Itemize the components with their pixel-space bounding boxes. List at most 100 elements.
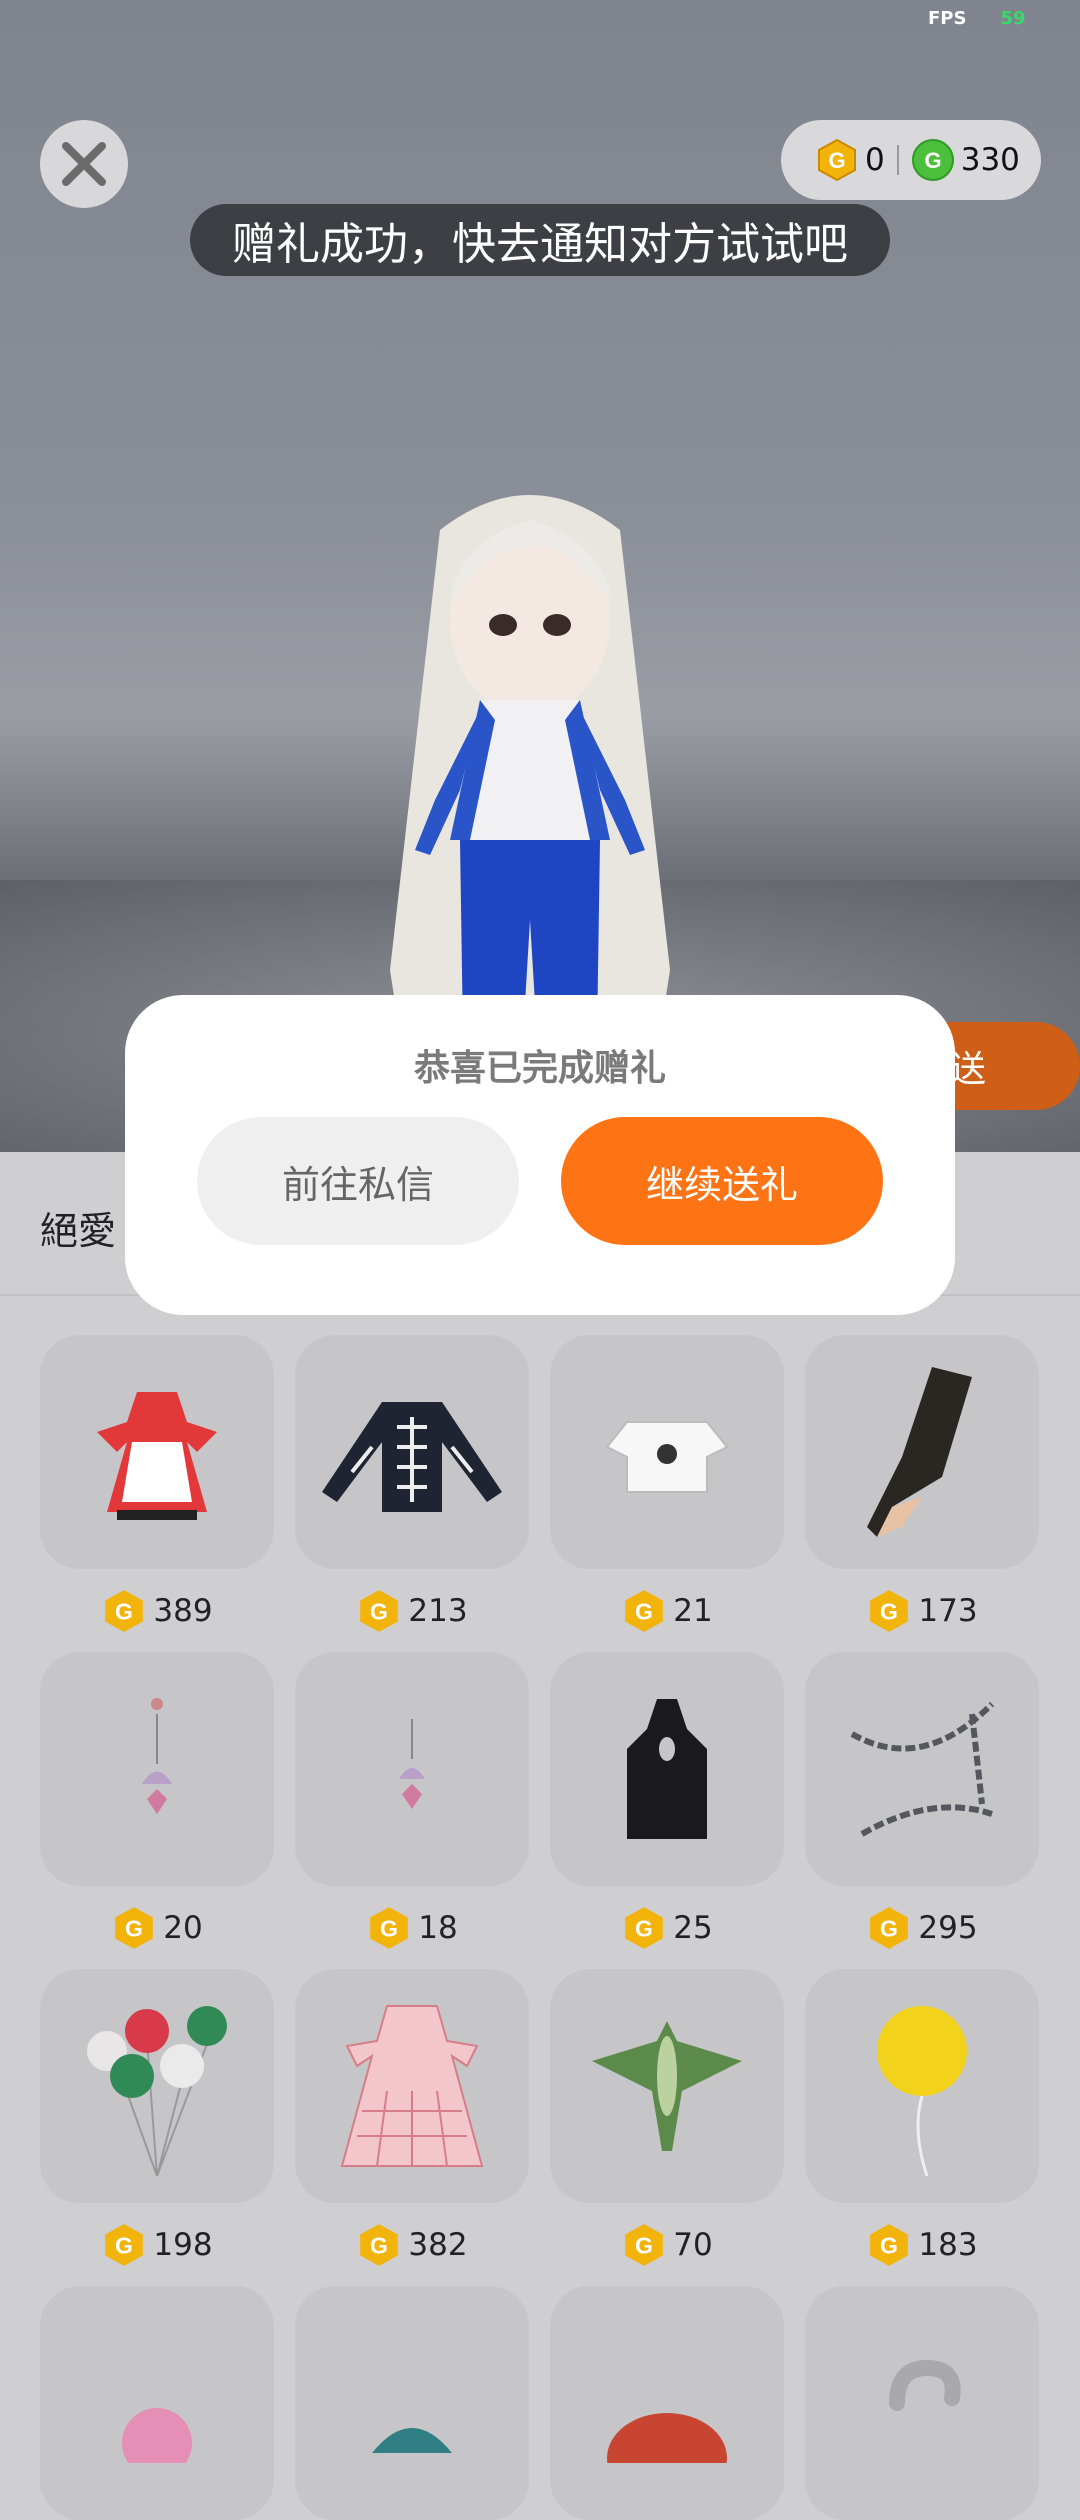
gift-price-value: 25 (673, 1910, 713, 1946)
gift-price-value: 18 (418, 1910, 458, 1946)
gift-thumbnail (550, 1969, 784, 2203)
gift-complete-dialog: 恭喜已完成赠礼 前往私信 继续送礼 (125, 995, 955, 1315)
gift-item[interactable]: G 70 (550, 1969, 784, 2275)
gift-item[interactable] (805, 2286, 1039, 2520)
gift-item[interactable]: G 213 (295, 1335, 529, 1641)
svg-text:G: G (635, 1598, 653, 1624)
go-to-message-button[interactable]: 前往私信 (197, 1117, 519, 1245)
gift-price: G 295 (805, 1898, 1039, 1958)
gift-item[interactable]: G 173 (805, 1335, 1039, 1641)
gold-coin-icon: G (115, 1907, 154, 1949)
teal-item-image (372, 2428, 452, 2453)
gift-thumbnail (40, 1335, 274, 1569)
maid-dress-image (97, 1392, 217, 1520)
gift-thumbnail (805, 1335, 1039, 1569)
gift-item[interactable]: G 183 (805, 1969, 1039, 2275)
gold-coin-icon: G (360, 2224, 399, 2266)
skeleton-jacket-image (322, 1402, 502, 1512)
fps-label: FPS (928, 8, 967, 29)
gift-price: G 213 (295, 1581, 529, 1641)
gift-thumbnail (40, 1652, 274, 1886)
mystery-item-icon (889, 2359, 961, 2411)
gift-item[interactable]: G 382 (295, 1969, 529, 2275)
gift-price-value: 295 (918, 1910, 978, 1946)
dialog-title: 恭喜已完成赠礼 (413, 1048, 666, 1089)
gift-item[interactable]: G 389 (40, 1335, 274, 1641)
gift-success-toast: 赠礼成功，快去通知对方试试吧 (190, 204, 890, 276)
gift-item[interactable]: G 20 (40, 1652, 274, 1958)
lace-glove-image (867, 1367, 972, 1537)
gift-item[interactable]: G 198 (40, 1969, 274, 2275)
gift-thumbnail (805, 1969, 1039, 2203)
gold-coin-icon: G (105, 1590, 144, 1632)
green-amount: 330 (960, 142, 1020, 178)
svg-text:G: G (125, 1915, 143, 1941)
bird-kite-image (592, 2021, 742, 2151)
close-button[interactable] (40, 120, 128, 208)
gift-item[interactable]: G 295 (805, 1652, 1039, 1958)
svg-text:G: G (380, 1915, 398, 1941)
svg-text:G: G (635, 2232, 653, 2258)
gift-thumbnail (295, 1652, 529, 1886)
gift-price: G 20 (40, 1898, 274, 1958)
gold-coin-icon: G (625, 2224, 664, 2266)
close-icon (62, 142, 106, 186)
gift-price: G 21 (550, 1581, 784, 1641)
gift-price: G 198 (40, 2215, 274, 2275)
avatar-scene: FPS 59 G 0 G 330 赠礼成功，快去通知对方试试吧 送 (0, 0, 1080, 1152)
gift-price-value: 183 (918, 2227, 978, 2263)
gift-price-value: 213 (408, 1593, 468, 1629)
gift-price: G 25 (550, 1898, 784, 1958)
gift-price-value: 21 (673, 1593, 713, 1629)
gold-coin-icon: G (870, 1590, 909, 1632)
black-halter-top-image (627, 1699, 707, 1839)
bell-earring-image (142, 1698, 172, 1814)
svg-text:G: G (115, 1598, 133, 1624)
yellow-balloon-image (877, 2006, 967, 2177)
svg-text:G: G (880, 1598, 898, 1624)
continue-gifting-button[interactable]: 继续送礼 (561, 1117, 883, 1245)
gift-item[interactable]: G 25 (550, 1652, 784, 1958)
gold-amount: 0 (865, 142, 885, 178)
svg-text:G: G (115, 2232, 133, 2258)
gift-item[interactable] (295, 2286, 529, 2520)
wallet-balance[interactable]: G 0 G 330 (781, 120, 1041, 200)
pink-lolita-dress-image (340, 2005, 484, 2167)
pink-item-image (122, 2408, 192, 2463)
gold-coin-icon: G (105, 2224, 144, 2266)
gift-item[interactable]: G 18 (295, 1652, 529, 1958)
svg-text:G: G (635, 1915, 653, 1941)
svg-text:G: G (370, 1598, 388, 1624)
red-pattern-item-image (607, 2413, 727, 2463)
bell-earring-small-image (399, 1719, 425, 1809)
gold-coin-icon: G (625, 1907, 664, 1949)
gift-thumbnail (550, 2286, 784, 2520)
chain-accessory-image (850, 1701, 995, 1837)
gift-price-value: 198 (153, 2227, 213, 2263)
gift-thumbnail (550, 1652, 784, 1886)
gold-coin-icon: G (360, 1590, 399, 1632)
gift-price: G 18 (295, 1898, 529, 1958)
gold-coin-icon: G (370, 1907, 409, 1949)
fps-value: 59 (1000, 8, 1026, 29)
gift-thumbnail (550, 1335, 784, 1569)
balloon-bunch-image (87, 2006, 227, 2177)
gift-price: G 183 (805, 2215, 1039, 2275)
gift-price: G 173 (805, 1581, 1039, 1641)
gold-coin-icon: G (870, 2224, 909, 2266)
gift-price: G 389 (40, 1581, 274, 1641)
svg-text:G: G (880, 2232, 898, 2258)
gift-item[interactable] (550, 2286, 784, 2520)
gift-price: G 382 (295, 2215, 529, 2275)
gift-price-value: 382 (408, 2227, 468, 2263)
gift-thumbnail (295, 2286, 529, 2520)
green-coin-icon: G (911, 139, 954, 181)
svg-text:G: G (828, 148, 845, 173)
gift-item[interactable] (40, 2286, 274, 2520)
gift-thumbnail (295, 1335, 529, 1569)
gift-price-value: 389 (153, 1593, 213, 1629)
gold-coin-icon: G (818, 138, 856, 182)
gift-thumbnail (805, 2286, 1039, 2520)
gift-item[interactable]: G 21 (550, 1335, 784, 1641)
gift-thumbnail (40, 1969, 274, 2203)
